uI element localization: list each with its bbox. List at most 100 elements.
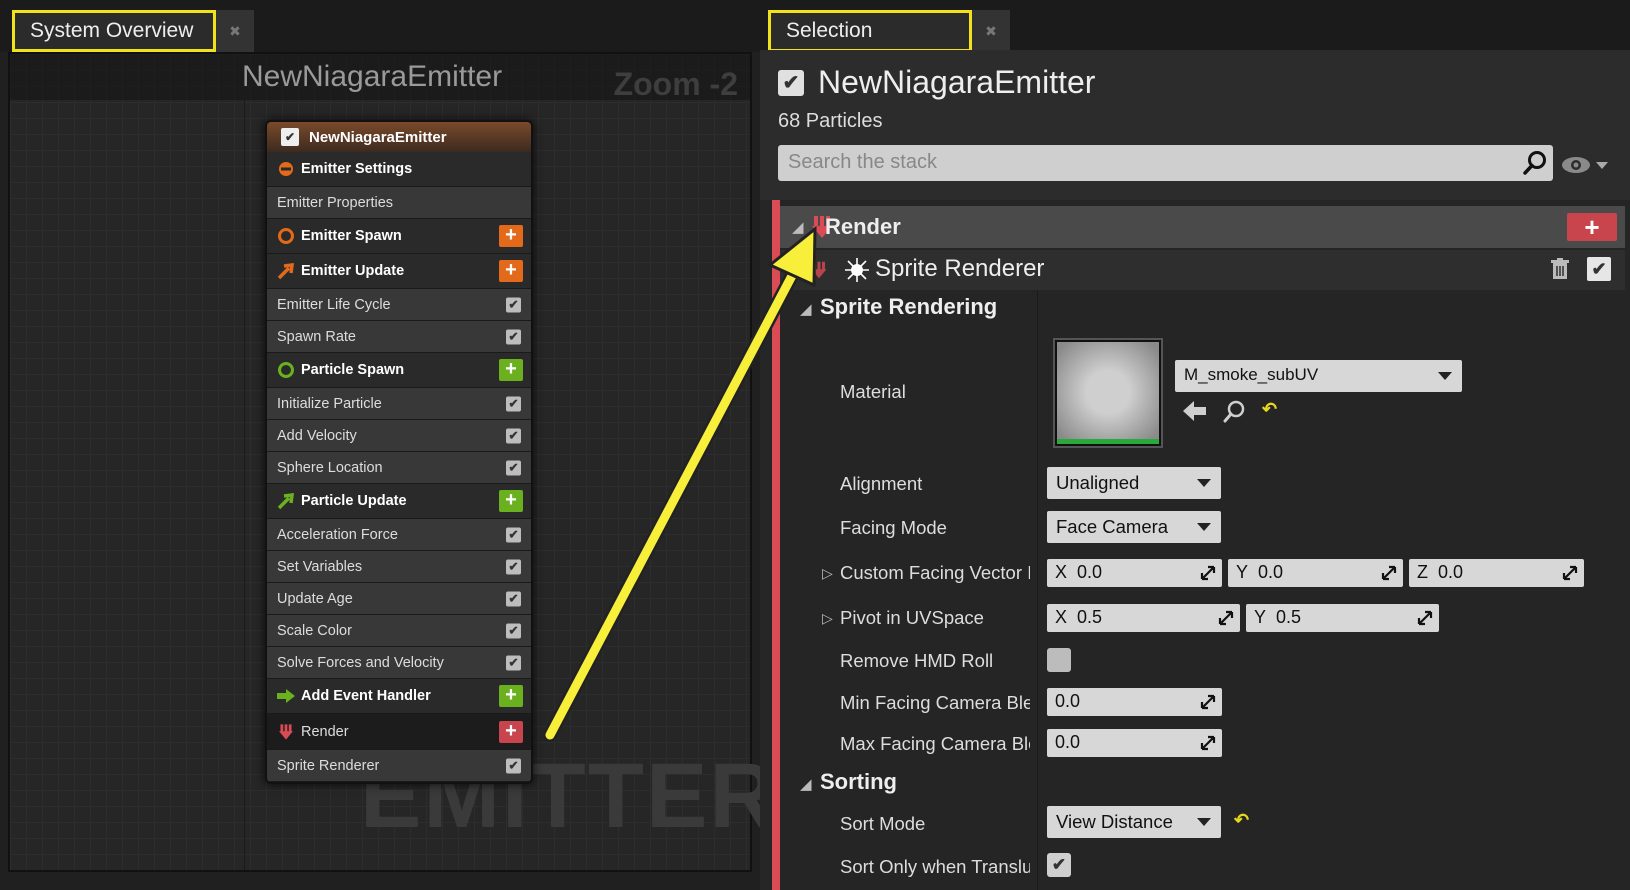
add-module-button[interactable]: + — [499, 260, 523, 282]
module-enabled-checkbox[interactable]: ✔ — [506, 329, 521, 344]
module-enabled-checkbox[interactable]: ✔ — [506, 396, 521, 411]
sprite-renderer-enabled-checkbox[interactable]: ✔ — [1587, 257, 1611, 281]
expand-triangle-icon[interactable]: ▷ — [822, 610, 833, 627]
search-icon[interactable] — [1522, 150, 1548, 176]
emitter-node[interactable]: ✔ NewNiagaraEmitter Emitter Settings Emit… — [265, 120, 533, 784]
use-selected-arrow-icon[interactable] — [1183, 400, 1207, 422]
module-enabled-checkbox[interactable]: ✔ — [506, 655, 521, 670]
node-rows: Emitter Settings Emitter Properties Emitte… — [267, 152, 531, 782]
node-row-label: Set Variables — [277, 558, 363, 575]
min-facing-field[interactable]: 0.0 — [1047, 688, 1222, 716]
node-row-emitter-properties[interactable]: Emitter Properties — [267, 187, 531, 219]
node-header[interactable]: ✔ NewNiagaraEmitter — [267, 122, 531, 152]
drag-spin-icon[interactable] — [1200, 735, 1216, 751]
node-row-acceleration-force[interactable]: Acceleration Force ✔ — [267, 519, 531, 551]
node-row-render[interactable]: Render + — [267, 714, 531, 750]
node-row-emitter-life-cycle[interactable]: Emitter Life Cycle ✔ — [267, 289, 531, 321]
node-row-label: Render — [301, 723, 349, 740]
pivot-y-field[interactable]: Y 0.5 — [1246, 604, 1439, 632]
node-row-solve-forces-and-velocity[interactable]: Solve Forces and Velocity ✔ — [267, 647, 531, 679]
module-enabled-checkbox[interactable]: ✔ — [506, 428, 521, 443]
collapse-triangle-icon[interactable]: ◢ — [800, 775, 812, 793]
node-row-spawn-rate[interactable]: Spawn Rate ✔ — [267, 321, 531, 353]
sort-mode-dropdown[interactable]: View Distance — [1047, 806, 1221, 838]
material-dropdown[interactable]: M_smoke_subUV — [1175, 360, 1462, 392]
visibility-eye-icon[interactable] — [1560, 153, 1610, 177]
add-module-button[interactable]: + — [499, 490, 523, 512]
node-row-emitter-settings[interactable]: Emitter Settings — [267, 152, 531, 187]
drag-spin-icon[interactable] — [1200, 565, 1216, 581]
reset-to-default-icon[interactable]: ↶ — [1262, 399, 1277, 420]
tab-selection[interactable]: Selection — [768, 10, 972, 52]
custom-facing-z-field[interactable]: Z 0.0 — [1409, 559, 1584, 587]
facing-mode-dropdown[interactable]: Face Camera — [1047, 511, 1221, 543]
axis-z-label: Z — [1417, 562, 1428, 582]
add-module-button[interactable]: + — [499, 720, 523, 743]
node-row-particle-update[interactable]: Particle Update + — [267, 484, 531, 519]
node-row-label: Emitter Settings — [301, 161, 413, 177]
max-facing-field[interactable]: 0.0 — [1047, 729, 1222, 757]
node-row-label: Solve Forces and Velocity — [277, 654, 444, 671]
module-enabled-checkbox[interactable]: ✔ — [506, 591, 521, 606]
module-enabled-checkbox[interactable]: ✔ — [506, 460, 521, 475]
sprite-renderer-label: Sprite Renderer — [875, 255, 1045, 282]
category-sorting[interactable]: Sorting — [820, 769, 897, 795]
tab-system-overview[interactable]: System Overview — [12, 10, 216, 52]
remove-hmd-roll-checkbox[interactable] — [1047, 648, 1071, 672]
add-module-button[interactable]: + — [499, 685, 523, 707]
add-renderer-button[interactable]: + — [1567, 213, 1617, 241]
emitter-enabled-checkbox[interactable]: ✔ — [778, 69, 804, 96]
drag-spin-icon[interactable] — [1381, 565, 1397, 581]
close-tab-icon[interactable]: ✖ — [216, 10, 254, 52]
render-small-icon — [811, 261, 827, 279]
node-row-scale-color[interactable]: Scale Color ✔ — [267, 615, 531, 647]
add-module-button[interactable]: + — [499, 359, 523, 381]
stack-search-input[interactable]: Search the stack — [778, 145, 1553, 181]
node-row-label: Acceleration Force — [277, 526, 398, 543]
alignment-dropdown[interactable]: Unaligned — [1047, 467, 1221, 499]
graph-title: NewNiagaraEmitter — [242, 60, 503, 93]
right-tab-bar: Selection ✖ — [760, 0, 1630, 52]
node-row-set-variables[interactable]: Set Variables ✔ — [267, 551, 531, 583]
node-row-emitter-spawn[interactable]: Emitter Spawn + — [267, 219, 531, 254]
node-row-label: Add Event Handler — [301, 688, 431, 704]
drag-spin-icon[interactable] — [1200, 694, 1216, 710]
drag-spin-icon[interactable] — [1218, 610, 1234, 626]
module-enabled-checkbox[interactable]: ✔ — [506, 527, 521, 542]
node-row-emitter-update[interactable]: Emitter Update + — [267, 254, 531, 289]
facing-mode-label: Facing Mode — [840, 517, 947, 538]
module-enabled-checkbox[interactable]: ✔ — [506, 559, 521, 574]
emitter-enabled-checkbox[interactable]: ✔ — [281, 128, 299, 146]
browse-search-icon[interactable] — [1222, 399, 1246, 423]
render-group-header[interactable]: ◢ Render + — [780, 206, 1625, 248]
node-row-particle-spawn[interactable]: Particle Spawn + — [267, 353, 531, 388]
expand-triangle-icon[interactable]: ▷ — [822, 565, 833, 582]
node-row-label: Initialize Particle — [277, 395, 382, 412]
custom-facing-x-field[interactable]: X 0.0 — [1047, 559, 1222, 587]
close-tab-icon[interactable]: ✖ — [972, 10, 1010, 52]
sort-only-checkbox[interactable]: ✔ — [1047, 853, 1071, 877]
sprite-renderer-row[interactable]: Sprite Renderer ✔ — [780, 250, 1625, 290]
node-row-sphere-location[interactable]: Sphere Location ✔ — [267, 452, 531, 484]
material-type-bar — [1057, 439, 1159, 444]
axis-x-label: X — [1055, 607, 1068, 627]
add-module-button[interactable]: + — [499, 225, 523, 247]
drag-spin-icon[interactable] — [1562, 565, 1578, 581]
node-row-sprite-renderer[interactable]: Sprite Renderer ✔ — [267, 750, 531, 782]
reset-to-default-icon[interactable]: ↶ — [1234, 810, 1249, 831]
node-row-initialize-particle[interactable]: Initialize Particle ✔ — [267, 388, 531, 420]
collapse-triangle-icon[interactable]: ◢ — [792, 218, 804, 236]
material-thumbnail[interactable] — [1053, 338, 1163, 448]
trash-icon[interactable] — [1550, 258, 1570, 280]
module-enabled-checkbox[interactable]: ✔ — [506, 758, 521, 773]
module-enabled-checkbox[interactable]: ✔ — [506, 623, 521, 638]
pivot-x-field[interactable]: X 0.5 — [1047, 604, 1240, 632]
category-sprite-rendering[interactable]: Sprite Rendering — [820, 294, 997, 320]
node-row-update-age[interactable]: Update Age ✔ — [267, 583, 531, 615]
node-row-add-event-handler[interactable]: Add Event Handler + — [267, 679, 531, 714]
node-row-add-velocity[interactable]: Add Velocity ✔ — [267, 420, 531, 452]
collapse-triangle-icon[interactable]: ◢ — [800, 300, 812, 318]
custom-facing-y-field[interactable]: Y 0.0 — [1228, 559, 1403, 587]
module-enabled-checkbox[interactable]: ✔ — [506, 297, 521, 312]
drag-spin-icon[interactable] — [1417, 610, 1433, 626]
